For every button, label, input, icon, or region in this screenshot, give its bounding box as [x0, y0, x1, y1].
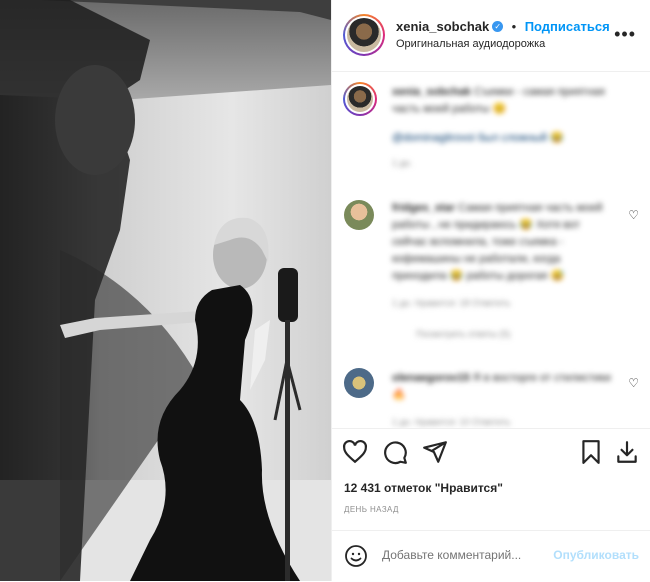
verified-badge-icon: ✓	[492, 21, 504, 33]
caption-mention[interactable]: @dominagitrovoi был сложный 😂	[392, 130, 632, 147]
post-time: ДЕНЬ НАЗАД	[344, 505, 399, 514]
comment-username[interactable]: olenaegorov15	[392, 372, 470, 384]
post-header: xenia_sobchak ✓ • Подписаться Оригинальна…	[332, 0, 650, 72]
comment-like-icon[interactable]: ♡	[628, 208, 639, 222]
comment-input[interactable]	[382, 548, 542, 562]
comment-composer: Опубликовать	[332, 530, 650, 582]
comment-avatar[interactable]	[344, 200, 374, 230]
comments-list: xenia_sobchak Съемки - самая приятная ча…	[332, 72, 650, 428]
download-icon[interactable]	[614, 439, 640, 465]
caption-username[interactable]: xenia_sobchak	[392, 86, 471, 98]
caption-avatar[interactable]	[343, 82, 377, 116]
caption-meta: 1 дн.	[392, 158, 413, 168]
like-icon[interactable]	[342, 439, 368, 465]
comment-icon[interactable]	[382, 439, 408, 465]
author-username[interactable]: xenia_sobchak	[396, 19, 489, 34]
comment-meta: 1 дн. Нравится: 10 Ответить	[392, 417, 511, 427]
publish-button[interactable]: Опубликовать	[553, 548, 639, 562]
comment-like-icon[interactable]: ♡	[628, 376, 639, 390]
comment-meta: 1 дн. Нравится: 18 Ответить	[392, 298, 511, 308]
video-frame	[0, 0, 331, 581]
post-video[interactable]	[0, 0, 331, 581]
author-avatar[interactable]	[343, 14, 385, 56]
comment-text: Самая приятная часть моей работы , не пр…	[392, 202, 603, 282]
comment-item: fridges_star Самая приятная часть моей р…	[392, 200, 617, 343]
more-options-icon[interactable]: •••	[614, 24, 636, 45]
share-icon[interactable]	[422, 439, 448, 465]
caption: xenia_sobchak Съемки - самая приятная ча…	[392, 84, 632, 172]
bookmark-icon[interactable]	[578, 439, 604, 465]
view-replies-link[interactable]: Посмотреть ответы (5)	[392, 326, 617, 343]
likes-count[interactable]: 12 431 отметок "Нравится"	[344, 481, 503, 495]
follow-button[interactable]: Подписаться	[525, 19, 610, 34]
emoji-icon[interactable]	[344, 544, 368, 568]
comment-item: olenaegorov15 Я в восторге от стилистики…	[392, 370, 617, 428]
audio-label[interactable]: Оригинальная аудиодорожка	[396, 38, 545, 50]
comment-username[interactable]: fridges_star	[392, 202, 455, 214]
post-sidebar: xenia_sobchak ✓ • Подписаться Оригинальна…	[331, 0, 650, 581]
comment-avatar[interactable]	[344, 368, 374, 398]
